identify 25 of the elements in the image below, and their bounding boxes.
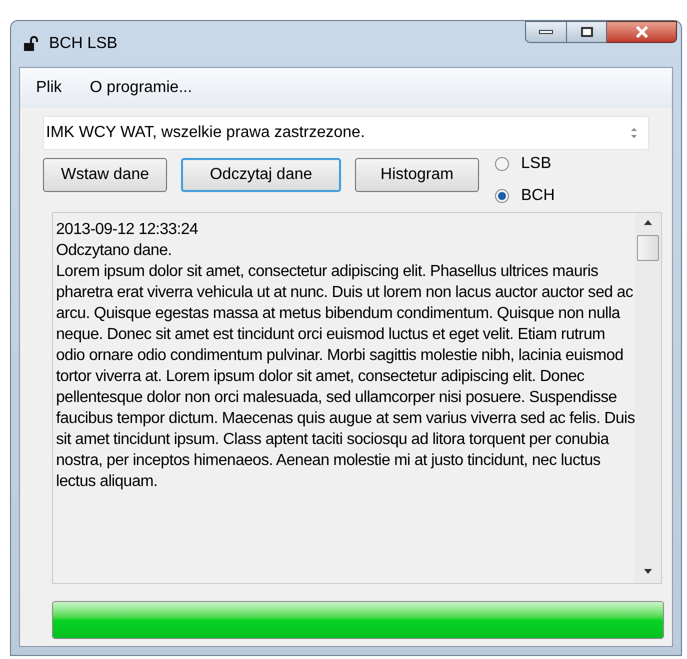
scroll-thumb[interactable] <box>637 235 659 261</box>
close-icon <box>634 26 648 38</box>
radio-button[interactable] <box>495 189 509 203</box>
field-value: IMK WCY WAT, wszelkie prawa zastrzezone. <box>46 123 366 143</box>
close-button[interactable] <box>607 21 677 43</box>
action-button[interactable]: Odczytaj dane <box>181 158 341 192</box>
action-button[interactable]: Wstaw dane <box>43 158 167 192</box>
window-title: BCH LSB <box>49 34 118 54</box>
minimize-button[interactable] <box>525 21 567 43</box>
scrollbar[interactable] <box>635 213 661 583</box>
spin-arrows-icon[interactable] <box>630 126 638 140</box>
scroll-up-icon[interactable] <box>643 219 653 225</box>
action-button[interactable]: Histogram <box>355 158 479 192</box>
maximize-button[interactable] <box>567 21 607 43</box>
radio-button[interactable] <box>495 157 509 171</box>
menu-item[interactable]: O programie... <box>90 76 192 100</box>
log-text: 2013-09-12 12:33:24 <box>56 220 199 240</box>
padlock-icon <box>23 36 39 52</box>
menu-item[interactable]: Plik <box>36 76 62 100</box>
log-text: Lorem ipsum dolor sit amet, consectetur adipiscing elit. Phasellus ultrices mauris pharetra erat viverra vehicula ut at nunc. Duis ut lorem non lacus auctor auctor sed ac arcu. Quisque egestas massa at metus bibendum condimentum. Quisque non nulla neque. Donec sit amet est tincidunt orci euismod luctus et eget velit. Etiam rutrum odio ornare odio condimentum pulvinar. Morbi sagittis molestie nibh, lacinia euismod tortor viverra at. Lorem ipsum dolor sit amet, consectetur adipiscing elit. Donec pellentesque dolor non orci malesuada, sed ullamcorper nisi posuere. Suspendisse faucibus tempor dictum. Maecenas quis augue at sem varius viverra sed ac felis. Duis sit amet tincidunt ipsum. Class aptent taciti sociosqu ad litora torquent per conubia nostra, per inceptos himenaeos. Aenean molestie mi at justo tincidunt, nec luctus lectus aliquam. <box>56 262 635 492</box>
radio-label: BCH <box>521 186 555 206</box>
scroll-down-icon[interactable] <box>643 569 653 575</box>
log-text: Odczytano dane. <box>56 241 173 261</box>
radio-label: LSB <box>521 154 552 174</box>
text-field[interactable]: IMK WCY WAT, wszelkie prawa zastrzezone. <box>43 116 649 150</box>
